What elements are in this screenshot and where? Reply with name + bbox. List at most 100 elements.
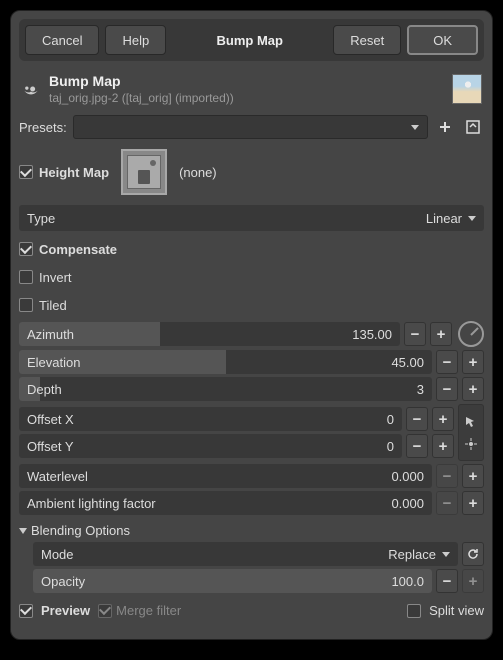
splitview-label: Split view [429, 603, 484, 618]
chevron-down-icon [411, 125, 419, 130]
merge-checkbox [98, 604, 112, 618]
ambient-value: 0.000 [391, 496, 432, 511]
tiled-label: Tiled [39, 298, 67, 313]
mode-reset-button[interactable] [462, 542, 484, 566]
compensate-label: Compensate [39, 242, 117, 257]
heightmap-picker[interactable] [121, 149, 167, 195]
offset-side-controls [458, 404, 484, 461]
cancel-button[interactable]: Cancel [25, 25, 99, 55]
reset-button[interactable]: Reset [333, 25, 401, 55]
elevation-row: Elevation 45.00 − + [19, 350, 484, 374]
waterlevel-row: Waterlevel 0.000 − + [19, 464, 484, 488]
waterlevel-plus[interactable]: + [462, 464, 484, 488]
preview-thumbnail[interactable] [452, 74, 482, 104]
opacity-label: Opacity [33, 574, 85, 589]
presets-dropdown[interactable] [73, 115, 428, 139]
depth-label: Depth [19, 382, 62, 397]
depth-slider[interactable]: Depth 3 [19, 377, 432, 401]
presets-row: Presets: [19, 115, 484, 139]
opacity-plus[interactable]: + [462, 569, 484, 593]
footer: Preview Merge filter Split view [19, 603, 484, 618]
splitview-checkbox[interactable] [407, 604, 421, 618]
ambient-minus[interactable]: − [436, 491, 458, 515]
type-dropdown[interactable]: Type Linear [19, 205, 484, 231]
page-subtitle: taj_orig.jpg-2 ([taj_orig] (imported)) [49, 91, 444, 105]
opacity-row: Opacity 100.0 − + [33, 569, 484, 593]
invert-label: Invert [39, 270, 72, 285]
azimuth-plus[interactable]: + [430, 322, 452, 346]
invert-checkbox[interactable] [19, 270, 33, 284]
chevron-down-icon [468, 216, 476, 221]
heightmap-row: Height Map (none) [19, 149, 484, 195]
offsety-minus[interactable]: − [406, 434, 428, 458]
offsetx-value: 0 [387, 412, 402, 427]
ambient-plus[interactable]: + [462, 491, 484, 515]
bump-map-dialog: Cancel Help Bump Map Reset OK Bump Map t… [10, 10, 493, 640]
offsetx-plus[interactable]: + [432, 407, 454, 431]
azimuth-minus[interactable]: − [404, 322, 426, 346]
offsety-plus[interactable]: + [432, 434, 454, 458]
page-title: Bump Map [49, 73, 444, 89]
ambient-slider[interactable]: Ambient lighting factor 0.000 [19, 491, 432, 515]
manage-presets-button[interactable] [462, 116, 484, 138]
heightmap-checkbox[interactable] [19, 165, 33, 179]
mode-row: Mode Replace [33, 542, 484, 566]
add-preset-button[interactable] [434, 116, 456, 138]
type-value: Linear [426, 211, 462, 226]
depth-row: Depth 3 − + [19, 377, 484, 401]
gimp-icon [21, 79, 41, 99]
ok-button[interactable]: OK [407, 25, 478, 55]
dialog-title: Bump Map [172, 33, 327, 48]
preview-label: Preview [41, 603, 90, 618]
opacity-value: 100.0 [391, 574, 432, 589]
merge-label: Merge filter [116, 603, 181, 618]
elevation-slider[interactable]: Elevation 45.00 [19, 350, 432, 374]
ambient-label: Ambient lighting factor [19, 496, 156, 511]
offset-group: Offset X 0 − + Offset Y 0 − + [19, 404, 484, 461]
slider-fill [33, 569, 432, 593]
waterlevel-value: 0.000 [391, 469, 432, 484]
help-button[interactable]: Help [105, 25, 166, 55]
azimuth-slider[interactable]: Azimuth 135.00 [19, 322, 400, 346]
center-icon[interactable] [463, 434, 479, 454]
merge-filter-option[interactable]: Merge filter [98, 603, 181, 618]
heightmap-label: Height Map [39, 165, 109, 180]
azimuth-value: 135.00 [352, 327, 400, 342]
blending-title: Blending Options [31, 523, 130, 538]
elevation-plus[interactable]: + [462, 350, 484, 374]
waterlevel-slider[interactable]: Waterlevel 0.000 [19, 464, 432, 488]
opacity-minus[interactable]: − [436, 569, 458, 593]
header: Bump Map taj_orig.jpg-2 ([taj_orig] (imp… [19, 69, 484, 111]
type-label: Type [27, 211, 55, 226]
mode-dropdown[interactable]: Mode Replace [33, 542, 458, 566]
offsety-slider[interactable]: Offset Y 0 [19, 434, 402, 458]
mode-value: Replace [388, 547, 436, 562]
depth-plus[interactable]: + [462, 377, 484, 401]
waterlevel-label: Waterlevel [19, 469, 88, 484]
azimuth-dial[interactable] [458, 321, 484, 347]
chevron-down-icon [19, 528, 27, 534]
elevation-minus[interactable]: − [436, 350, 458, 374]
heightmap-value: (none) [179, 165, 217, 180]
azimuth-label: Azimuth [19, 327, 74, 342]
presets-label: Presets: [19, 120, 67, 135]
blending-expander[interactable]: Blending Options [19, 523, 484, 538]
offsetx-minus[interactable]: − [406, 407, 428, 431]
depth-minus[interactable]: − [436, 377, 458, 401]
elevation-label: Elevation [19, 355, 80, 370]
tiled-checkbox[interactable] [19, 298, 33, 312]
offsetx-label: Offset X [19, 412, 74, 427]
compensate-checkbox[interactable] [19, 242, 33, 256]
preview-checkbox[interactable] [19, 604, 33, 618]
depth-value: 3 [417, 382, 432, 397]
cursor-pick-icon[interactable] [463, 412, 479, 432]
offsety-label: Offset Y [19, 439, 74, 454]
waterlevel-minus[interactable]: − [436, 464, 458, 488]
opacity-slider[interactable]: Opacity 100.0 [33, 569, 432, 593]
offsetx-slider[interactable]: Offset X 0 [19, 407, 402, 431]
azimuth-row: Azimuth 135.00 − + [19, 321, 484, 347]
elevation-value: 45.00 [391, 355, 432, 370]
mode-label: Mode [41, 547, 74, 562]
ambient-row: Ambient lighting factor 0.000 − + [19, 491, 484, 515]
chevron-down-icon [442, 552, 450, 557]
